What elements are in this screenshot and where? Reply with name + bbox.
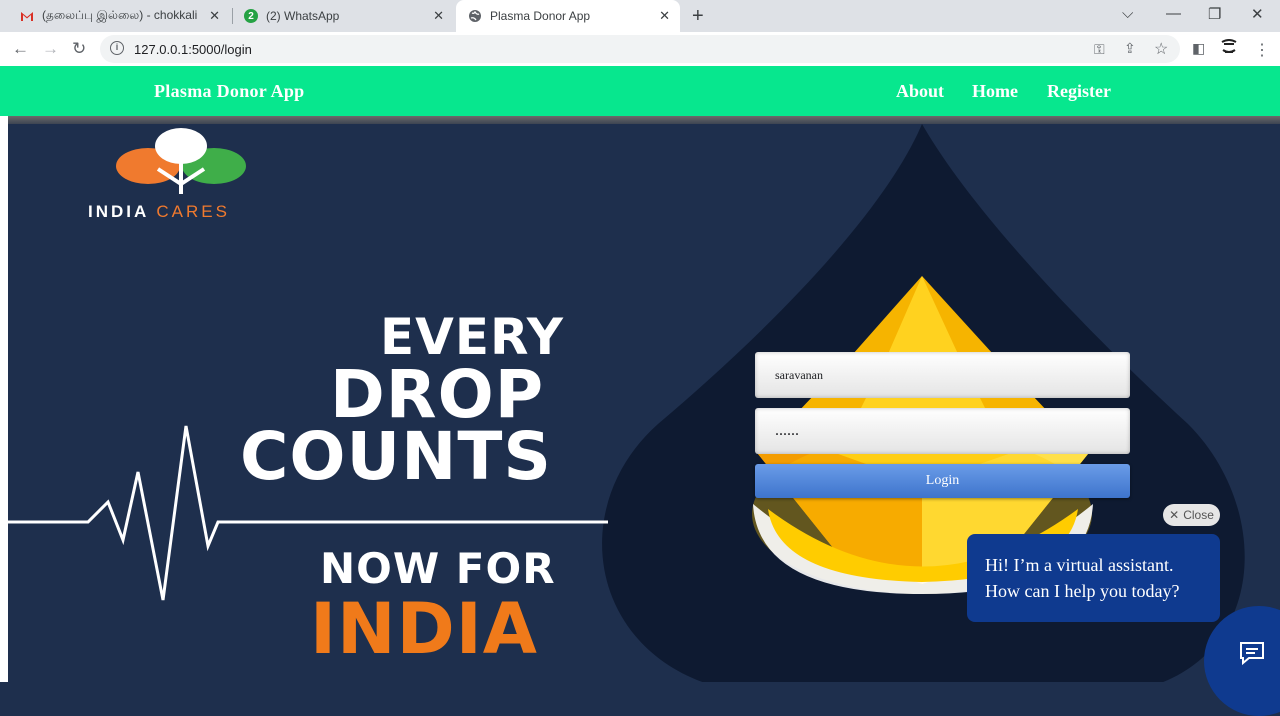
- chat-greeting-line2: How can I help you today?: [985, 581, 1180, 601]
- nav-link-register[interactable]: Register: [1047, 81, 1111, 102]
- chat-close-button[interactable]: ✕ Close: [1163, 504, 1220, 526]
- browser-toolbar: ← → ↻ i 127.0.0.1:5000/login ⚿ ⇪ ☆ ◧ ⋮: [0, 32, 1280, 66]
- nav-link-about[interactable]: About: [896, 81, 944, 102]
- minimize-icon[interactable]: —: [1166, 5, 1181, 22]
- page-margin: [0, 116, 8, 682]
- chat-greeting-bubble[interactable]: Hi! I’m a virtual assistant. How can I h…: [967, 534, 1220, 622]
- close-tab-icon[interactable]: ✕: [209, 8, 220, 24]
- restore-icon[interactable]: ❐: [1208, 5, 1221, 23]
- forward-icon[interactable]: →: [42, 39, 59, 59]
- password-input[interactable]: [755, 408, 1130, 454]
- gmail-icon: [20, 9, 34, 23]
- reload-icon[interactable]: ↻: [72, 39, 86, 59]
- tab-gmail[interactable]: (தலைப்பு இல்லை) - chokkali ✕: [8, 0, 230, 32]
- tab-whatsapp[interactable]: 2 (2) WhatsApp ✕: [232, 0, 454, 32]
- new-tab-icon[interactable]: +: [692, 5, 704, 28]
- username-input[interactable]: [755, 352, 1130, 398]
- app-navbar: Plasma Donor App About Home Register: [0, 66, 1280, 116]
- profile-avatar[interactable]: [1220, 38, 1238, 59]
- nav-link-home[interactable]: Home: [972, 81, 1018, 102]
- side-panel-icon[interactable]: ◧: [1192, 40, 1205, 57]
- close-window-icon[interactable]: ✕: [1251, 5, 1264, 23]
- info-icon[interactable]: i: [110, 41, 124, 55]
- logo-text-india: INDIA: [88, 202, 149, 221]
- slogan-now-for: NOW FOR: [320, 544, 556, 593]
- close-tab-icon[interactable]: ✕: [659, 8, 670, 24]
- slogan-india: INDIA: [310, 588, 538, 670]
- address-bar[interactable]: i 127.0.0.1:5000/login ⚿ ⇪ ☆: [100, 35, 1180, 63]
- close-icon: ✕: [1169, 508, 1180, 522]
- tab-title: Plasma Donor App: [490, 9, 591, 23]
- close-tab-icon[interactable]: ✕: [433, 8, 444, 24]
- chat-close-label: Close: [1183, 508, 1214, 522]
- navbar-shadow: [0, 116, 1280, 124]
- globe-icon: [468, 9, 482, 23]
- share-icon[interactable]: ⇪: [1124, 40, 1136, 57]
- login-button[interactable]: Login: [755, 464, 1130, 498]
- url-text: 127.0.0.1:5000/login: [134, 42, 252, 57]
- key-icon[interactable]: ⚿: [1094, 41, 1105, 58]
- chat-icon: [1240, 642, 1264, 666]
- browser-tab-bar: (தலைப்பு இல்லை) - chokkali ✕ 2 (2) Whats…: [0, 0, 1280, 32]
- tab-plasma-donor-app[interactable]: Plasma Donor App ✕: [456, 0, 680, 32]
- logo-leaf-white: [155, 128, 207, 164]
- brand-title[interactable]: Plasma Donor App: [154, 81, 305, 102]
- whatsapp-icon: 2: [244, 9, 258, 23]
- star-icon[interactable]: ☆: [1154, 39, 1168, 59]
- menu-kebab-icon[interactable]: ⋮: [1254, 40, 1270, 60]
- back-icon[interactable]: ←: [12, 39, 29, 59]
- chat-greeting-line1: Hi! I’m a virtual assistant.: [985, 555, 1174, 575]
- slogan-counts: COUNTS: [240, 418, 552, 495]
- india-cares-logo: INDIA CARES: [88, 202, 230, 222]
- tab-title: (2) WhatsApp: [266, 9, 340, 23]
- tab-title: (தலைப்பு இல்லை) - chokkali: [42, 8, 198, 22]
- logo-text-cares: CARES: [156, 202, 230, 221]
- chevron-down-icon[interactable]: ⌵: [1122, 5, 1133, 22]
